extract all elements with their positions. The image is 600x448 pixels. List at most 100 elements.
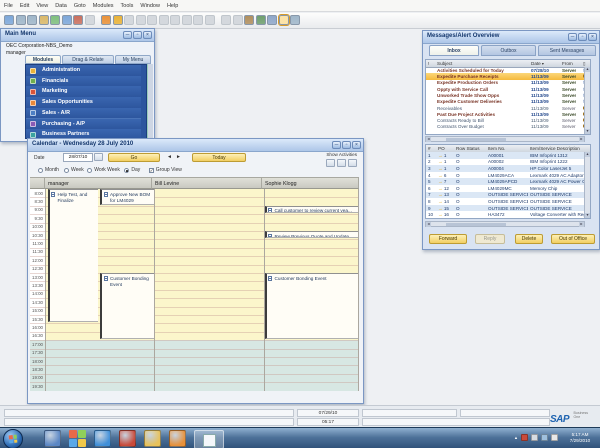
- out-of-office-button[interactable]: Out of Office: [551, 234, 595, 244]
- menu-file[interactable]: File: [4, 3, 13, 9]
- po-link-cell[interactable]: → 12: [438, 186, 454, 191]
- po-link-cell[interactable]: → 16: [438, 212, 454, 217]
- minimize-icon[interactable]: ─: [568, 33, 577, 41]
- calendar-picker-icon[interactable]: [94, 153, 103, 161]
- maximize-icon[interactable]: ▫: [578, 33, 587, 41]
- inbox-row[interactable]: Contracts Over Budget11/13/09Server: [426, 124, 584, 130]
- detail-vertical-scrollbar[interactable]: ▲ ▼: [584, 152, 590, 218]
- export-excel-icon[interactable]: [50, 15, 60, 25]
- calendar-event[interactable]: Review Previous Quote and Update: [265, 231, 358, 238]
- file-new-icon[interactable]: [4, 15, 14, 25]
- detail-row[interactable]: 8→ 14OOUTSIDE SERVICEOUTSIDE SERVICE: [426, 198, 584, 205]
- po-link-cell[interactable]: → 15: [438, 206, 454, 211]
- menu-data[interactable]: Data: [55, 3, 67, 9]
- calendar-event[interactable]: Approve New BOM for LM4029: [100, 189, 154, 205]
- close-icon[interactable]: ×: [352, 141, 361, 149]
- radio-day[interactable]: [124, 168, 129, 173]
- media-player-icon[interactable]: [169, 430, 186, 447]
- inbox-vertical-scrollbar[interactable]: ▲ ▼: [584, 67, 590, 134]
- menu-help[interactable]: Help: [167, 3, 178, 9]
- alert-shield-icon[interactable]: [521, 434, 528, 441]
- calendar-event[interactable]: Customer Bonding Event: [265, 273, 358, 339]
- detail-row[interactable]: 2→ 1OA00002IBM Infoprint 1222: [426, 159, 584, 166]
- scroll-up-icon[interactable]: ▲: [585, 152, 590, 157]
- main-menu-titlebar[interactable]: Main Menu ─ ▫ ×: [1, 29, 154, 42]
- print-layout-icon[interactable]: [267, 15, 277, 25]
- calendar-event[interactable]: Customer Bonding Event: [100, 273, 154, 339]
- today-button[interactable]: Today: [192, 153, 246, 162]
- calendar-event[interactable]: Help Test, and Finalize: [48, 189, 98, 322]
- search-tool-icon[interactable]: [119, 430, 136, 447]
- close-icon[interactable]: ×: [143, 31, 152, 39]
- po-link-cell[interactable]: → 1: [438, 159, 454, 164]
- calendar-titlebar[interactable]: Calendar - Wednesday 28 July 2010 ─ ▫ ×: [28, 139, 363, 152]
- detail-horizontal-scrollbar[interactable]: ◄ ►: [425, 221, 585, 227]
- next-day-icon[interactable]: ►: [176, 154, 181, 160]
- menu-modules[interactable]: Modules: [93, 3, 114, 9]
- menu-view[interactable]: View: [36, 3, 48, 9]
- po-link-cell[interactable]: → 1: [438, 153, 454, 158]
- po-link-cell[interactable]: → 13: [438, 192, 454, 197]
- radio-month[interactable]: [38, 168, 43, 173]
- tab-sent-messages[interactable]: Sent Messages: [538, 45, 596, 56]
- radio-work-week[interactable]: [87, 168, 92, 173]
- delete-button[interactable]: Delete: [515, 234, 543, 244]
- tab-outbox[interactable]: Outbox: [481, 45, 536, 56]
- menu-goto[interactable]: Goto: [74, 3, 86, 9]
- detail-row[interactable]: 1→ 1OA00001IBM Infoprint 1312: [426, 152, 584, 159]
- calendar-grid[interactable]: 8:008:309:009:3010:0010:3011:0011:3012:0…: [30, 189, 359, 391]
- export-pdf-icon[interactable]: [73, 15, 83, 25]
- refresh-icon[interactable]: [233, 15, 243, 25]
- detail-row[interactable]: 7→ 13OOUTSIDE SERVICEOUTSIDE SERVICE: [426, 192, 584, 199]
- scroll-down-icon[interactable]: ▼: [585, 213, 590, 218]
- show-activities-icon-3[interactable]: [348, 159, 357, 167]
- pencil-edit-icon[interactable]: [244, 15, 254, 25]
- detail-row[interactable]: 9→ 15OOUTSIDE SERVICEOUTSIDE SERVICE: [426, 205, 584, 212]
- close-icon[interactable]: ×: [588, 33, 597, 41]
- radio-week[interactable]: [64, 168, 69, 173]
- scrollbar-thumb[interactable]: [446, 223, 506, 226]
- maximize-icon[interactable]: ▫: [133, 31, 142, 39]
- filter-icon[interactable]: [182, 15, 192, 25]
- menu-tools[interactable]: Tools: [121, 3, 134, 9]
- sort-icon[interactable]: [193, 15, 203, 25]
- last-record-icon[interactable]: [170, 15, 180, 25]
- network-icon[interactable]: [541, 434, 548, 441]
- detail-row[interactable]: 3→ 1OA00004HP Color LaserJet 5: [426, 165, 584, 172]
- promotion-icon[interactable]: [101, 15, 111, 25]
- remote-desktop-icon[interactable]: [44, 430, 61, 447]
- main-menu-scrollbar[interactable]: [147, 64, 153, 139]
- date-input[interactable]: 28/07/10: [63, 153, 93, 162]
- go-button[interactable]: Go: [108, 153, 160, 162]
- scroll-up-icon[interactable]: ▲: [585, 67, 590, 72]
- tab-drag-relate[interactable]: Drag & Relate: [62, 55, 114, 64]
- windows-logo-icon[interactable]: [69, 430, 86, 447]
- scrollbar-thumb[interactable]: [446, 138, 506, 141]
- menu-edit[interactable]: Edit: [20, 3, 29, 9]
- po-link-cell[interactable]: → 1: [438, 166, 454, 171]
- sap-business-one-icon[interactable]: [194, 430, 224, 448]
- form-settings-icon[interactable]: [205, 15, 215, 25]
- sync-icon[interactable]: [531, 434, 538, 441]
- scroll-right-icon[interactable]: ►: [579, 137, 584, 142]
- start-button[interactable]: [3, 429, 23, 448]
- minimize-icon[interactable]: ─: [332, 141, 341, 149]
- internet-explorer-icon[interactable]: [94, 430, 111, 447]
- previous-day-icon[interactable]: ◄: [167, 154, 172, 160]
- send-message-icon[interactable]: [39, 15, 49, 25]
- help-icon[interactable]: [290, 15, 300, 25]
- calendar-event[interactable]: Call customer to review current yea...: [265, 206, 358, 213]
- inbox-horizontal-scrollbar[interactable]: ◄ ►: [425, 136, 585, 142]
- scroll-down-icon[interactable]: ▼: [585, 129, 590, 134]
- print-icon[interactable]: [16, 15, 26, 25]
- warning-icon[interactable]: [113, 15, 123, 25]
- group-view-checkbox[interactable]: ✓: [149, 168, 154, 173]
- export-word-icon[interactable]: [62, 15, 72, 25]
- tab-modules[interactable]: Modules: [25, 55, 61, 64]
- tab-inbox[interactable]: Inbox: [429, 45, 479, 56]
- po-link-cell[interactable]: → 14: [438, 199, 454, 204]
- print-preview-icon[interactable]: [27, 15, 37, 25]
- forward-button[interactable]: Forward: [429, 234, 467, 244]
- detail-row[interactable]: 5→ 7OLM4029APCDLexmark 4029 AC Power Cor: [426, 178, 584, 185]
- next-record-icon[interactable]: [159, 15, 169, 25]
